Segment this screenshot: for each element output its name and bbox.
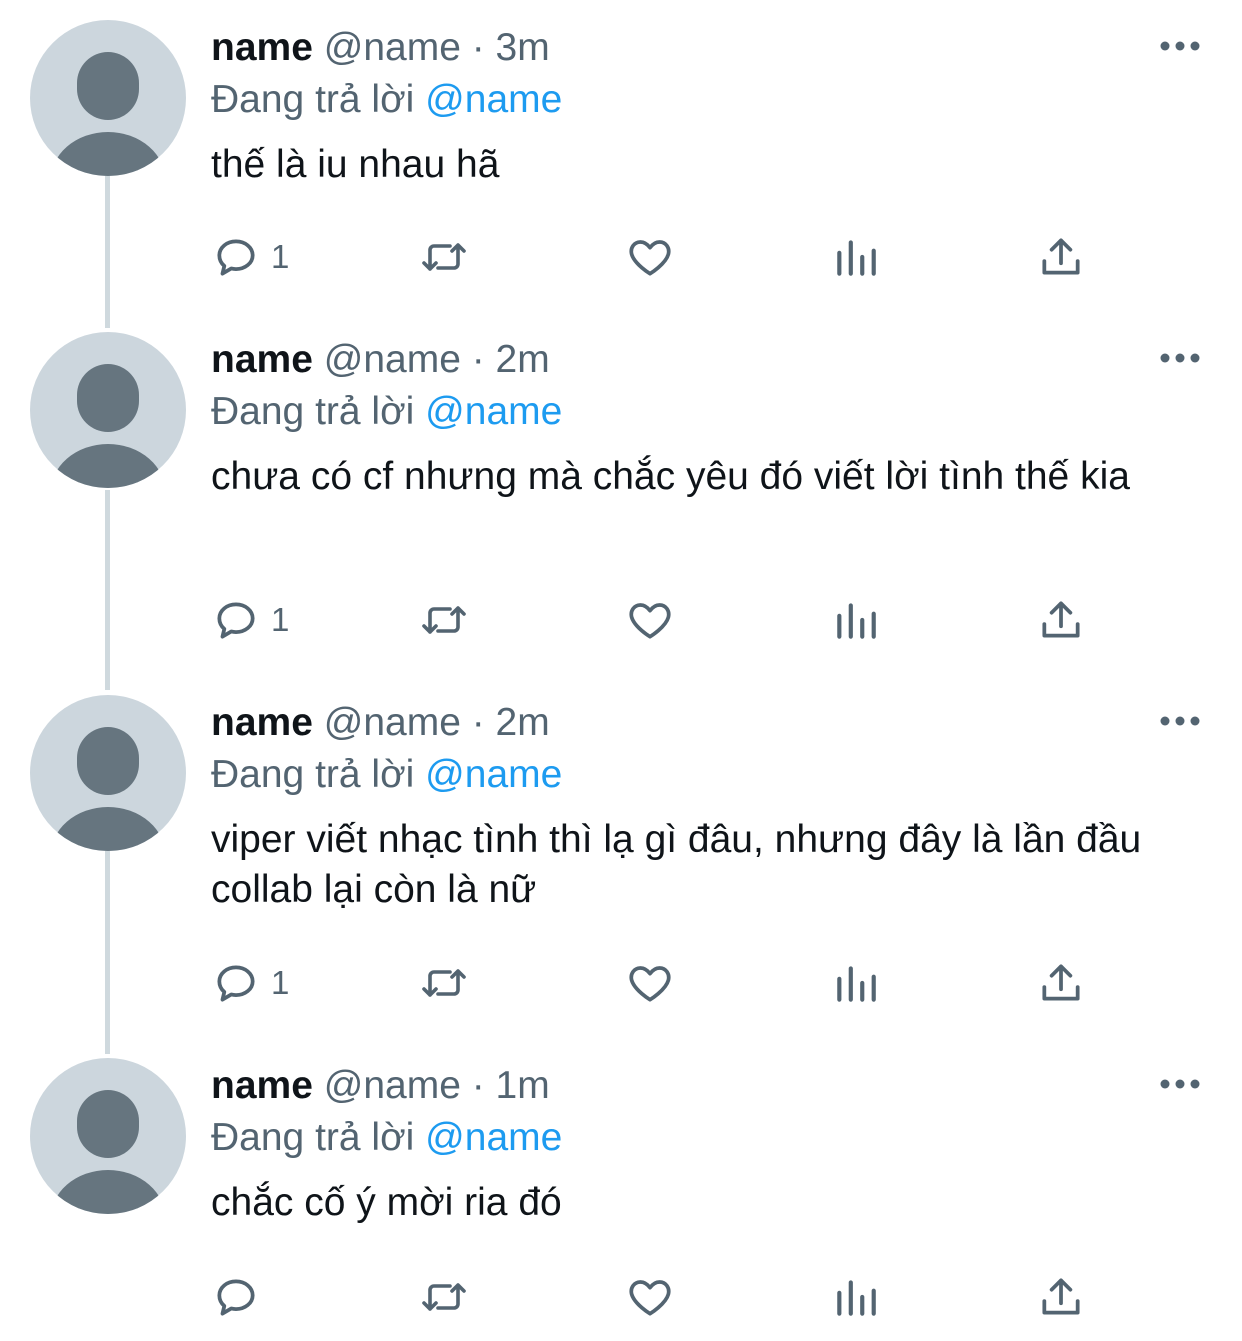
reply-button[interactable]: [211, 1267, 271, 1327]
reply-bubble-icon: [217, 1279, 255, 1316]
more-options-button[interactable]: [1158, 1072, 1202, 1096]
more-options-icon: [1160, 353, 1200, 363]
retweet-icon: [422, 243, 466, 271]
tweet-header: name @name · 2m: [211, 338, 550, 382]
views-button[interactable]: [833, 953, 879, 1013]
tweet-header: name @name · 2m: [211, 701, 550, 745]
reply-button[interactable]: 1: [211, 227, 289, 287]
views-chart-icon: [837, 966, 876, 1002]
replying-to-line: Đang trả lời @name: [211, 753, 562, 797]
retweet-icon: [422, 969, 466, 997]
views-button[interactable]: [833, 227, 879, 287]
tweet[interactable]: name @name · 2m Đang trả lời @name chưa …: [0, 312, 1242, 674]
tweet[interactable]: name @name · 3m Đang trả lời @name thế l…: [0, 0, 1242, 312]
replying-to-label: Đang trả lời: [211, 78, 415, 121]
handle-and-time: @name · 1m: [323, 1064, 550, 1107]
heart-icon: [629, 240, 671, 276]
more-options-button[interactable]: [1158, 346, 1202, 370]
heart-icon: [629, 603, 671, 639]
reply-count: 1: [271, 238, 290, 275]
like-button[interactable]: [625, 953, 675, 1013]
reply-bubble-icon: [217, 239, 255, 276]
tweet-text: thế là iu nhau hã: [211, 143, 500, 186]
like-button[interactable]: [625, 590, 675, 650]
default-avatar-icon: [50, 52, 166, 176]
replying-to-label: Đang trả lời: [211, 1116, 415, 1159]
action-bar: [211, 1267, 1111, 1327]
reply-bubble-icon: [217, 602, 255, 639]
share-button[interactable]: [1038, 1267, 1084, 1327]
action-bar: 1: [211, 953, 1111, 1013]
more-options-icon: [1160, 1079, 1200, 1089]
tweet-header: name @name · 1m: [211, 1064, 550, 1108]
retweet-button[interactable]: [416, 590, 472, 650]
share-button[interactable]: [1038, 590, 1084, 650]
action-bar: 1: [211, 590, 1111, 650]
retweet-button[interactable]: [416, 227, 472, 287]
display-name[interactable]: name: [211, 1064, 313, 1107]
tweet[interactable]: name @name · 1m Đang trả lời @name chắc …: [0, 1038, 1242, 1341]
reply-mention-link[interactable]: @name: [425, 753, 562, 796]
tweet-text: chưa có cf nhưng mà chắc yêu đó viết lời…: [211, 455, 1130, 498]
display-name[interactable]: name: [211, 338, 313, 381]
tweet-text: chắc cố ý mời ria đó: [211, 1181, 562, 1224]
retweet-button[interactable]: [416, 953, 472, 1013]
reply-button[interactable]: 1: [211, 953, 289, 1013]
share-button[interactable]: [1038, 953, 1084, 1013]
views-button[interactable]: [833, 590, 879, 650]
share-upload-icon: [1042, 964, 1080, 1001]
views-chart-icon: [837, 1280, 876, 1316]
tweet-header: name @name · 3m: [211, 26, 550, 70]
more-options-icon: [1160, 716, 1200, 726]
views-chart-icon: [837, 603, 876, 639]
like-button[interactable]: [625, 227, 675, 287]
default-avatar-icon: [50, 364, 166, 488]
more-options-icon: [1160, 41, 1200, 51]
share-button[interactable]: [1038, 227, 1084, 287]
avatar[interactable]: [30, 1058, 186, 1214]
display-name[interactable]: name: [211, 701, 313, 744]
avatar[interactable]: [30, 20, 186, 176]
reply-button[interactable]: 1: [211, 590, 289, 650]
views-chart-icon: [837, 240, 876, 276]
replying-to-label: Đang trả lời: [211, 753, 415, 796]
avatar[interactable]: [30, 332, 186, 488]
tweet-text: viper viết nhạc tình thì lạ gì đâu, nhưn…: [211, 818, 1142, 911]
handle-and-time: @name · 3m: [323, 26, 550, 69]
reply-mention-link[interactable]: @name: [425, 78, 562, 121]
retweet-icon: [422, 1283, 466, 1311]
more-options-button[interactable]: [1158, 34, 1202, 58]
replying-to-line: Đang trả lời @name: [211, 1116, 562, 1160]
reply-mention-link[interactable]: @name: [425, 1116, 562, 1159]
heart-icon: [629, 966, 671, 1002]
more-options-button[interactable]: [1158, 709, 1202, 733]
share-upload-icon: [1042, 601, 1080, 638]
default-avatar-icon: [50, 727, 166, 851]
handle-and-time: @name · 2m: [323, 701, 550, 744]
retweet-button[interactable]: [416, 1267, 472, 1327]
display-name[interactable]: name: [211, 26, 313, 69]
replying-to-label: Đang trả lời: [211, 390, 415, 433]
reply-count: 1: [271, 601, 290, 638]
tweet[interactable]: name @name · 2m Đang trả lời @name viper…: [0, 675, 1242, 1037]
reply-mention-link[interactable]: @name: [425, 390, 562, 433]
reply-count: 1: [271, 964, 290, 1001]
avatar[interactable]: [30, 695, 186, 851]
views-button[interactable]: [833, 1267, 879, 1327]
handle-and-time: @name · 2m: [323, 338, 550, 381]
share-upload-icon: [1042, 238, 1080, 275]
retweet-icon: [422, 606, 466, 634]
action-bar: 1: [211, 227, 1111, 287]
like-button[interactable]: [625, 1267, 675, 1327]
replying-to-line: Đang trả lời @name: [211, 78, 562, 122]
reply-bubble-icon: [217, 965, 255, 1002]
heart-icon: [629, 1280, 671, 1316]
replying-to-line: Đang trả lời @name: [211, 390, 562, 434]
default-avatar-icon: [50, 1090, 166, 1214]
share-upload-icon: [1042, 1278, 1080, 1315]
